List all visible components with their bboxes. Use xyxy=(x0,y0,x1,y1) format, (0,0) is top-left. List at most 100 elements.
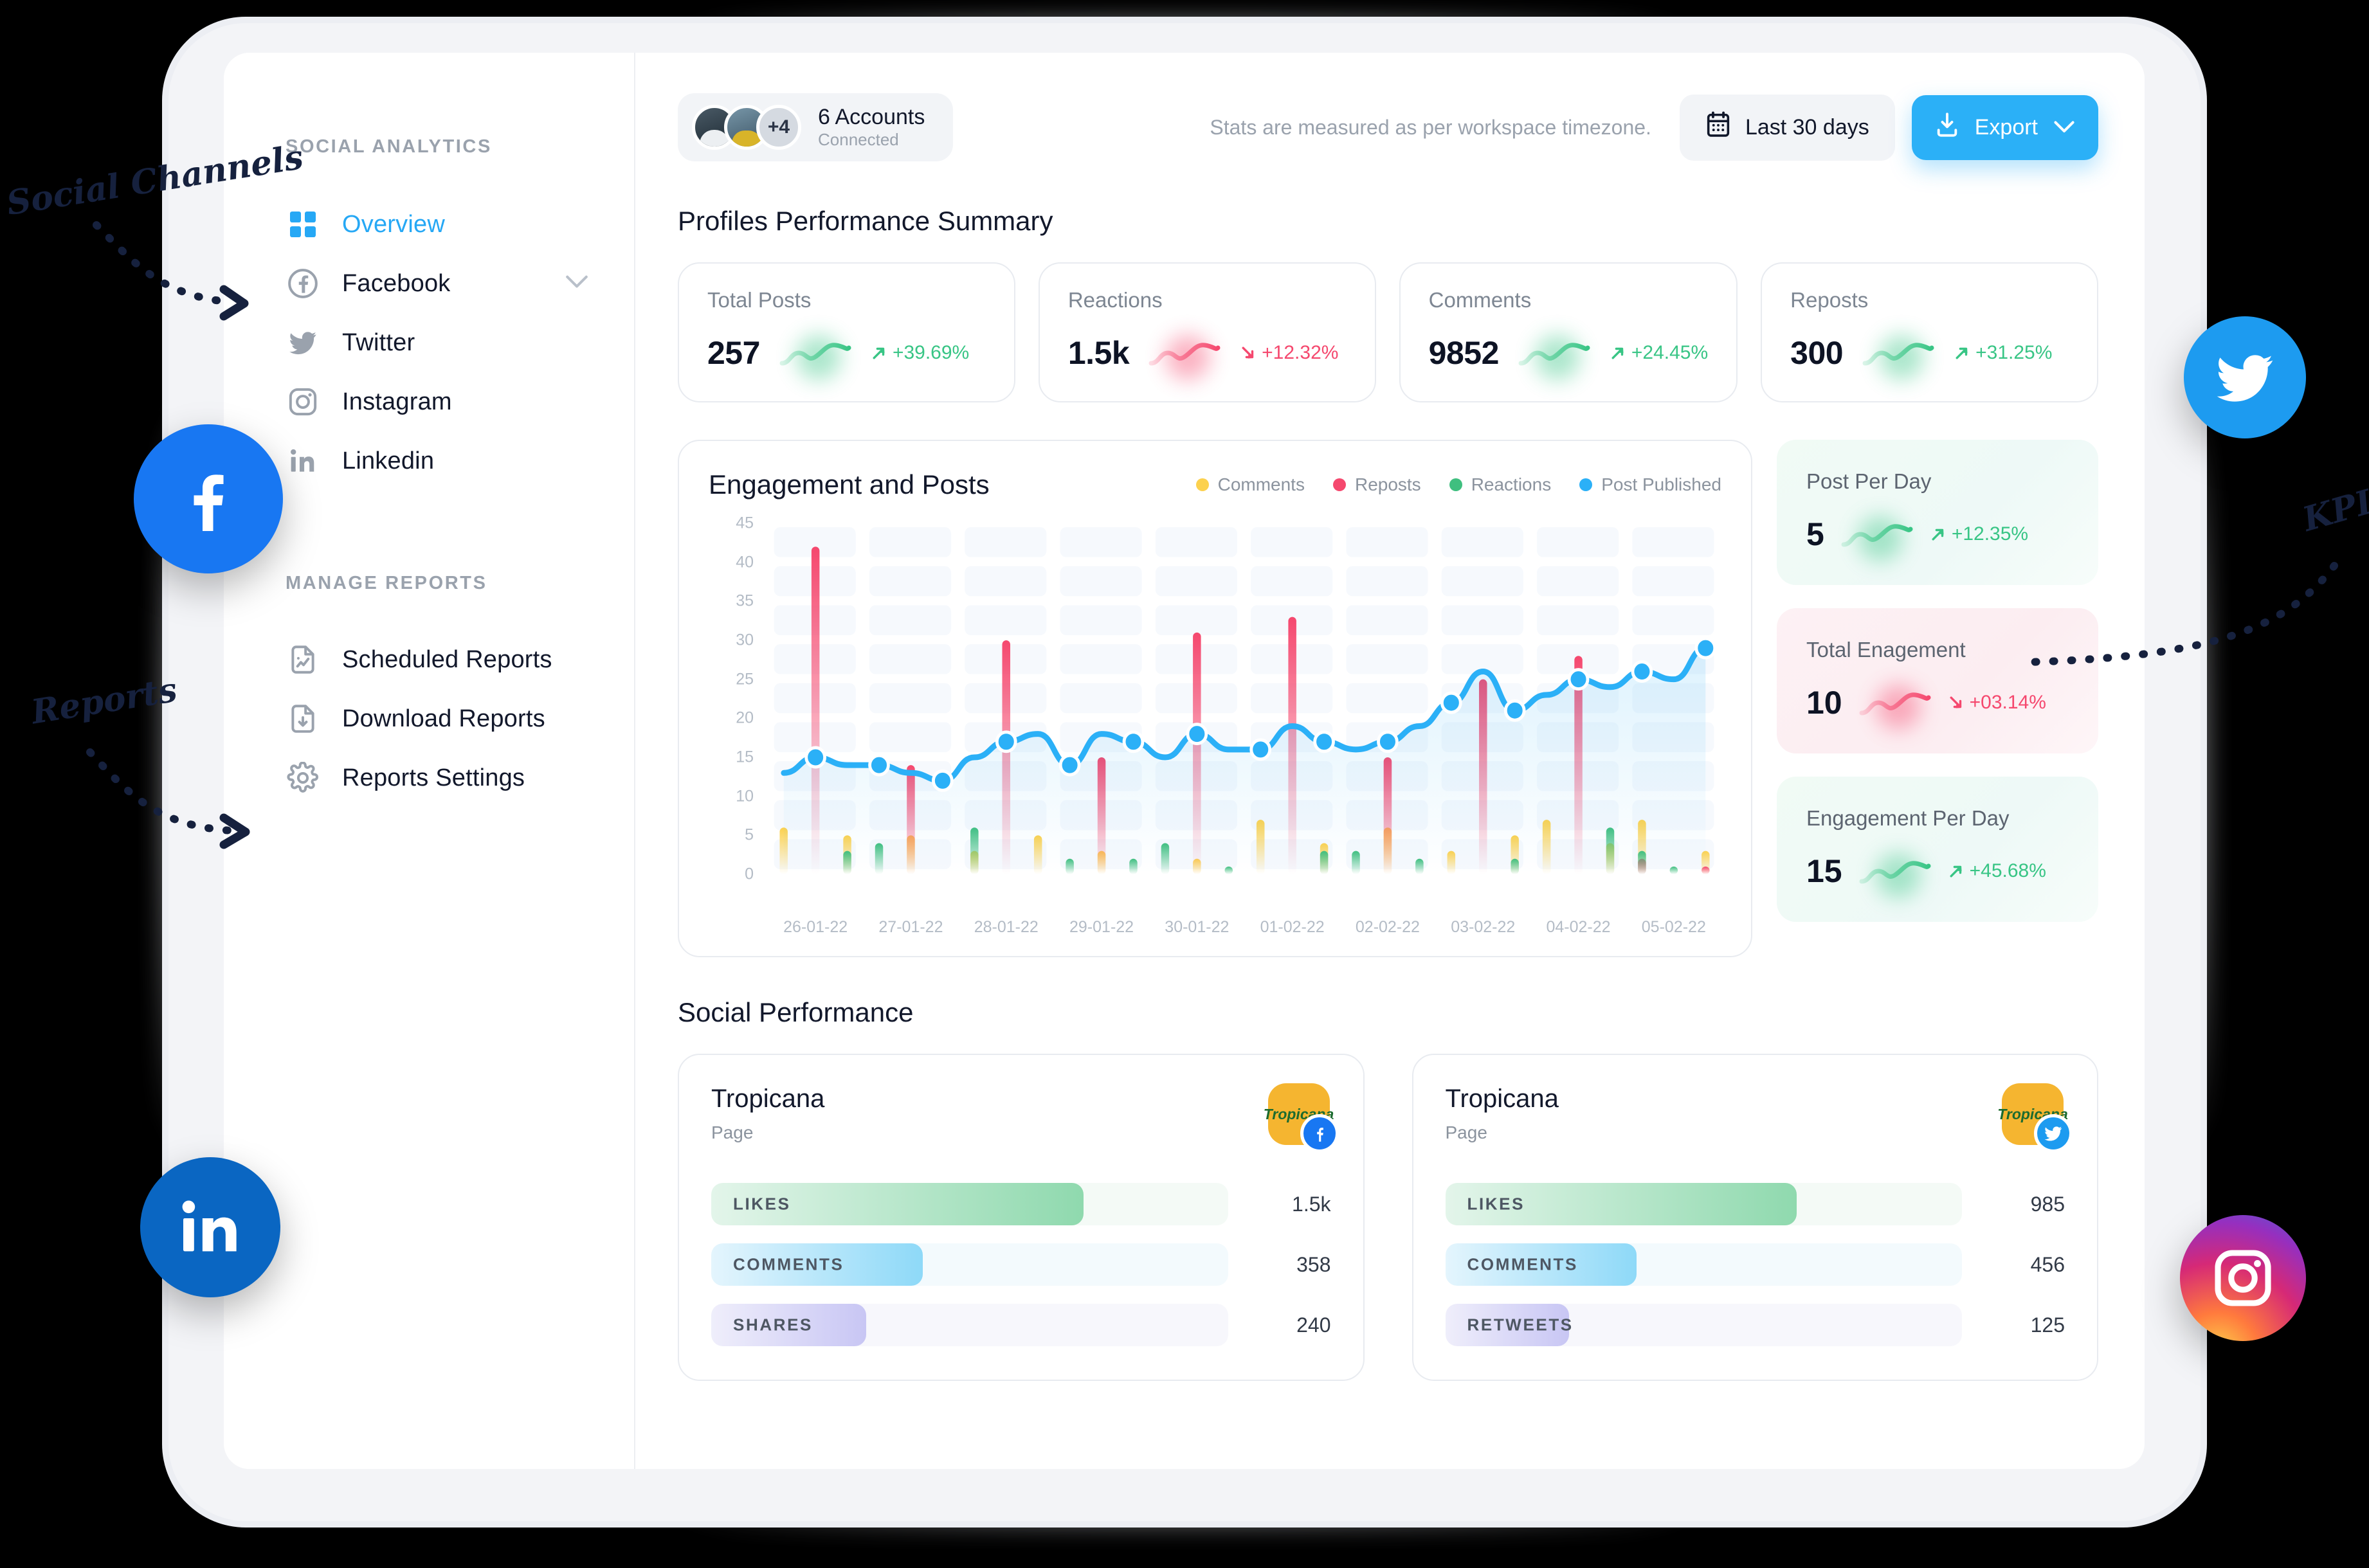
metric-bar-track: COMMENTS xyxy=(711,1243,1228,1286)
y-axis-tick: 25 xyxy=(736,670,754,689)
sidebar-item-linkedin[interactable]: Linkedin xyxy=(224,431,634,491)
arrow-down-icon xyxy=(1242,347,1254,359)
sidebar-item-label: Overview xyxy=(342,210,445,238)
export-button[interactable]: Export xyxy=(1911,95,2098,160)
metric-bar-track: SHARES xyxy=(711,1304,1228,1346)
instagram-icon xyxy=(286,384,320,419)
facebook-icon xyxy=(286,266,320,301)
kpi-label: Reposts xyxy=(1790,288,1869,312)
profile-name: Tropicana xyxy=(711,1085,825,1113)
avatar-more-count: +4 xyxy=(756,105,801,150)
annotation-arrow-kpis xyxy=(2022,562,2338,666)
chart-title: Engagement and Posts xyxy=(709,469,990,500)
chevron-down-icon[interactable] xyxy=(2053,115,2075,140)
gear-icon xyxy=(286,761,320,795)
metric-value: 125 xyxy=(2030,1313,2065,1337)
metric-bar-list: LIKES 985 COMMENTS 456 RETWEETS 125 xyxy=(1445,1183,2065,1346)
y-axis-tick: 15 xyxy=(736,748,754,766)
chart-plot-area: 45 40 35 30 25 20 15 10 5 0 xyxy=(709,514,1721,906)
metric-bar-label: LIKES xyxy=(733,1194,791,1214)
file-download-icon xyxy=(286,701,320,736)
sidebar-item-twitter[interactable]: Twitter xyxy=(224,313,634,372)
profile-avatar: Tropicana xyxy=(1264,1083,1339,1153)
metric-value: 1.5k xyxy=(1292,1192,1331,1216)
legend-item[interactable]: Reactions xyxy=(1449,474,1551,495)
y-axis-tick: 30 xyxy=(736,631,754,649)
metric-value: 985 xyxy=(2030,1192,2065,1216)
metric-bar-row: SHARES 240 xyxy=(711,1304,1331,1346)
calendar-icon xyxy=(1705,111,1731,144)
arrow-up-icon xyxy=(1950,865,1962,878)
twitter-badge-icon xyxy=(2034,1114,2073,1153)
rail-sparkline xyxy=(1859,685,1931,730)
kpi-delta: +31.25% xyxy=(1954,342,2052,364)
kpi-delta: +12.32% xyxy=(1240,342,1338,364)
facebook-badge-icon xyxy=(1300,1114,1339,1153)
legend-label: Comments xyxy=(1217,474,1305,494)
annotation-arrow-social xyxy=(93,221,249,321)
annotation-kpis: KPIs xyxy=(2298,477,2369,539)
y-axis-tick: 45 xyxy=(736,514,754,532)
engagement-chart-card: Engagement and Posts Comments Reposts Re… xyxy=(678,440,1752,957)
legend-item[interactable]: Comments xyxy=(1195,474,1305,495)
y-axis-tick: 5 xyxy=(745,825,754,844)
social-performance-card: Tropicana Page Tropicana LIKES 985 COMME… xyxy=(1411,1054,2098,1381)
legend-item[interactable]: Post Published xyxy=(1579,474,1721,495)
x-axis-tick: 28-01-22 xyxy=(974,918,1039,936)
kpi-sparkline xyxy=(779,335,851,380)
twitter-icon xyxy=(286,325,320,360)
page-title: Profiles Performance Summary xyxy=(678,206,1053,236)
sidebar-item-overview[interactable]: Overview xyxy=(224,195,634,254)
sidebar-item-download-reports[interactable]: Download Reports xyxy=(224,689,634,748)
sidebar-item-facebook[interactable]: Facebook xyxy=(224,254,634,313)
kpi-value: 9852 xyxy=(1428,335,1500,371)
arrow-up-icon xyxy=(1956,347,1968,359)
kpi-sparkline xyxy=(1518,335,1590,380)
sidebar-reports-nav: Scheduled Reports Download Reports Repor… xyxy=(224,630,634,807)
metric-bar-label: COMMENTS xyxy=(733,1254,844,1274)
app-screen: SOCIAL ANALYTICS Overview Facebook Twitt… xyxy=(224,53,2145,1469)
sidebar-item-instagram[interactable]: Instagram xyxy=(224,372,634,431)
legend-swatch xyxy=(1579,478,1593,491)
legend-swatch xyxy=(1332,478,1346,491)
kpi-card: Reposts 300 +31.25% xyxy=(1761,262,2098,402)
floating-twitter-icon xyxy=(2184,316,2306,438)
social-performance-title: Social Performance xyxy=(678,997,914,1027)
social-performance-card: Tropicana Page Tropicana LIKES 1.5k COMM… xyxy=(678,1054,1365,1381)
date-range-label: Last 30 days xyxy=(1745,114,1869,140)
sidebar-item-label: Scheduled Reports xyxy=(342,645,552,673)
legend-label: Post Published xyxy=(1601,474,1721,494)
legend-swatch xyxy=(1195,478,1209,491)
main-content: +4 6 Accounts Connected Stats are measur… xyxy=(635,53,2145,1469)
timezone-note: Stats are measured as per workspace time… xyxy=(1210,115,1651,139)
profile-type: Page xyxy=(1445,1122,1487,1142)
kpi-label: Reactions xyxy=(1067,288,1163,312)
accounts-chip[interactable]: +4 6 Accounts Connected xyxy=(678,93,954,162)
sidebar-item-label: Download Reports xyxy=(342,705,545,732)
sidebar-item-scheduled-reports[interactable]: Scheduled Reports xyxy=(224,630,634,689)
chart-and-kpi-rail: Engagement and Posts Comments Reposts Re… xyxy=(678,440,2098,957)
x-axis-tick: 01-02-22 xyxy=(1260,918,1325,936)
metric-bar-label: LIKES xyxy=(1467,1194,1525,1214)
annotation-arrow-reports xyxy=(86,748,250,849)
annotation-reports: Reports xyxy=(28,670,180,732)
profile-name: Tropicana xyxy=(1445,1085,1559,1113)
date-range-picker[interactable]: Last 30 days xyxy=(1679,94,1895,161)
rail-kpi-card: Engagement Per Day 15 +45.68% xyxy=(1777,777,2098,922)
profile-avatar: Tropicana xyxy=(1997,1083,2073,1153)
sidebar-item-label: Twitter xyxy=(342,329,415,356)
arrow-up-icon xyxy=(1611,347,1624,359)
chevron-down-icon[interactable] xyxy=(565,275,589,293)
sidebar-item-label: Facebook xyxy=(342,269,451,297)
legend-item[interactable]: Reposts xyxy=(1332,474,1421,495)
legend-label: Reposts xyxy=(1354,474,1421,494)
x-axis-tick: 05-02-22 xyxy=(1641,918,1706,936)
metric-bar-row: COMMENTS 358 xyxy=(711,1243,1331,1286)
rail-kpi-value: 10 xyxy=(1806,685,1842,721)
x-axis-tick: 26-01-22 xyxy=(783,918,848,936)
metric-bar-track: COMMENTS xyxy=(1445,1243,1962,1286)
rail-sparkline xyxy=(1841,516,1913,561)
y-axis-tick: 0 xyxy=(745,865,754,883)
metric-bar-label: RETWEETS xyxy=(1467,1315,1574,1335)
sidebar-item-reports-settings[interactable]: Reports Settings xyxy=(224,748,634,807)
